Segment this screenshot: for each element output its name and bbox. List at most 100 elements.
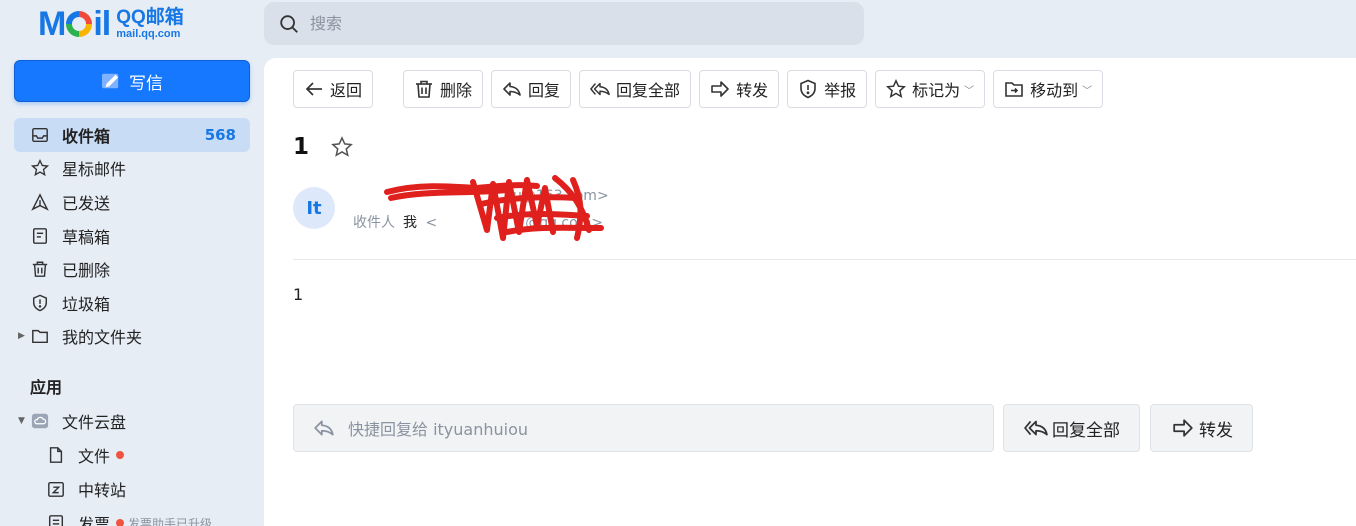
mail-body: 1 (293, 285, 304, 304)
inbox-icon (30, 125, 50, 145)
move-folder-icon (1005, 82, 1023, 97)
sidebar-item-label: 文件云盘 (62, 413, 127, 432)
sidebar-nav: 收件箱 568 星标邮件 已发送 草稿箱 已删除 垃圾箱 ▶ 我的文件夹 (14, 118, 250, 353)
delete-button[interactable]: 删除 (403, 70, 484, 108)
logo-mark-right: il (93, 5, 111, 43)
mail-reader-panel: 返回 删除 回复 回复全部 转发 举报 标记为 ﹀ 移动到 ﹀ 1 It u@1… (264, 58, 1356, 526)
star-icon (886, 79, 907, 99)
transfer-station-icon (46, 479, 66, 499)
sidebar-item-label: 收件箱 (62, 126, 111, 146)
file-icon (46, 445, 66, 465)
report-label: 举报 (824, 81, 857, 100)
quick-reply-all-button[interactable]: 回复全部 (1003, 404, 1140, 452)
mail-subject: 1 (293, 134, 310, 160)
chevron-down-icon: ﹀ (1082, 85, 1093, 97)
expand-caret-icon[interactable]: ▶ (18, 331, 25, 341)
report-button[interactable]: 举报 (787, 70, 868, 108)
search-icon (280, 14, 298, 33)
reply-all-icon (1024, 420, 1048, 436)
sent-icon (30, 192, 50, 212)
sidebar-item-label: 中转站 (78, 481, 127, 500)
to-name[interactable]: 我 (403, 215, 417, 231)
forward-label: 转发 (736, 81, 769, 100)
sidebar-item-cloud-drive[interactable]: ▼ 文件云盘 (14, 404, 250, 438)
logo-domain: mail.qq.com (116, 28, 181, 40)
reply-button[interactable]: 回复 (491, 70, 572, 108)
folder-icon (30, 326, 50, 346)
quick-forward-button[interactable]: 转发 (1150, 404, 1253, 452)
star-icon (30, 158, 50, 178)
sidebar-item-sent[interactable]: 已发送 (14, 185, 250, 219)
logo-mark-left: M (38, 5, 66, 43)
sidebar-item-label: 我的文件夹 (62, 328, 143, 348)
from-line: u@163.com> (353, 184, 609, 208)
reply-all-button[interactable]: 回复全部 (579, 70, 692, 108)
collapse-caret-icon[interactable]: ▼ (18, 416, 25, 426)
trash-icon (30, 259, 50, 279)
sidebar-item-label: 已发送 (62, 193, 111, 213)
move-to-dropdown[interactable]: 移动到 ﹀ (993, 70, 1104, 108)
star-toggle-icon[interactable] (331, 136, 353, 158)
reply-label: 回复 (528, 81, 561, 100)
spam-shield-icon (30, 293, 50, 313)
back-button[interactable]: 返回 (293, 70, 374, 108)
avatar[interactable]: It (293, 187, 335, 229)
reply-all-icon (590, 82, 610, 96)
compose-button[interactable]: 写信 (14, 60, 250, 102)
sidebar-item-label: 草稿箱 (62, 227, 111, 247)
sidebar-item-label: 发票 (78, 515, 111, 526)
reply-all-label: 回复全部 (1052, 420, 1120, 441)
move-to-label: 移动到 (1030, 81, 1079, 100)
compose-icon (102, 73, 119, 89)
chevron-down-icon: ﹀ (964, 85, 975, 97)
report-shield-icon (800, 79, 816, 99)
sidebar-item-label: 垃圾箱 (62, 294, 111, 314)
sidebar-item-label: 星标邮件 (62, 160, 127, 180)
reply-icon (314, 420, 334, 436)
logo-mark: M il (38, 5, 111, 43)
sidebar-item-invoice[interactable]: 发票 发票助手已升级 (14, 506, 250, 526)
inbox-count-badge: 568 (204, 125, 236, 144)
cloud-drive-icon (30, 411, 50, 431)
trash-icon (416, 80, 433, 98)
sidebar-item-inbox[interactable]: 收件箱 568 (14, 118, 250, 152)
forward-arrow-icon (1173, 419, 1193, 437)
mark-as-dropdown[interactable]: 标记为 ﹀ (875, 70, 986, 108)
sidebar-item-starred[interactable]: 星标邮件 (14, 152, 250, 186)
sender-block: It u@163.com> 收件人我 < @qq.com> (293, 175, 609, 241)
from-address[interactable]: u@163.com> (513, 188, 609, 204)
sidebar-item-files[interactable]: 文件 (14, 438, 250, 472)
sidebar-item-my-folders[interactable]: ▶ 我的文件夹 (14, 320, 250, 354)
sidebar-item-transfer-station[interactable]: 中转站 (14, 472, 250, 506)
invoice-upgrade-note: 发票助手已升级 (128, 516, 213, 526)
forward-button[interactable]: 转发 (699, 70, 780, 108)
compose-label: 写信 (129, 73, 163, 94)
delete-label: 删除 (440, 81, 473, 100)
reply-all-label: 回复全部 (616, 81, 681, 100)
to-line: 收件人我 < @qq.com> (353, 208, 609, 238)
logo-ring-icon (66, 11, 93, 37)
app-logo[interactable]: M il QQ邮箱 mail.qq.com (38, 6, 184, 42)
mail-toolbar: 返回 删除 回复 回复全部 转发 举报 标记为 ﹀ 移动到 ﹀ (293, 70, 1111, 108)
unread-dot (116, 451, 125, 459)
to-address-prefix: < (425, 215, 438, 231)
invoice-icon (46, 513, 66, 526)
mark-as-label: 标记为 (912, 81, 961, 100)
quick-reply-input[interactable]: 快捷回复给 ityuanhuiou (293, 404, 994, 452)
sidebar-item-spam[interactable]: 垃圾箱 (14, 286, 250, 320)
reply-icon (503, 82, 521, 96)
mail-subject-row: 1 (293, 134, 353, 160)
forward-arrow-icon (711, 81, 729, 97)
draft-icon (30, 226, 50, 246)
unread-dot (116, 519, 125, 526)
sidebar-item-label: 已删除 (62, 261, 111, 281)
logo-title: QQ邮箱 (116, 7, 184, 28)
sidebar-item-label: 文件 (78, 447, 111, 466)
search-input[interactable] (310, 14, 850, 33)
sidebar-item-deleted[interactable]: 已删除 (14, 252, 250, 286)
search-bar[interactable] (264, 2, 864, 45)
arrow-left-icon (305, 82, 322, 96)
to-address[interactable]: @qq.com> (525, 215, 603, 231)
sidebar-item-drafts[interactable]: 草稿箱 (14, 219, 250, 253)
apps-section-title: 应用 (30, 378, 63, 397)
